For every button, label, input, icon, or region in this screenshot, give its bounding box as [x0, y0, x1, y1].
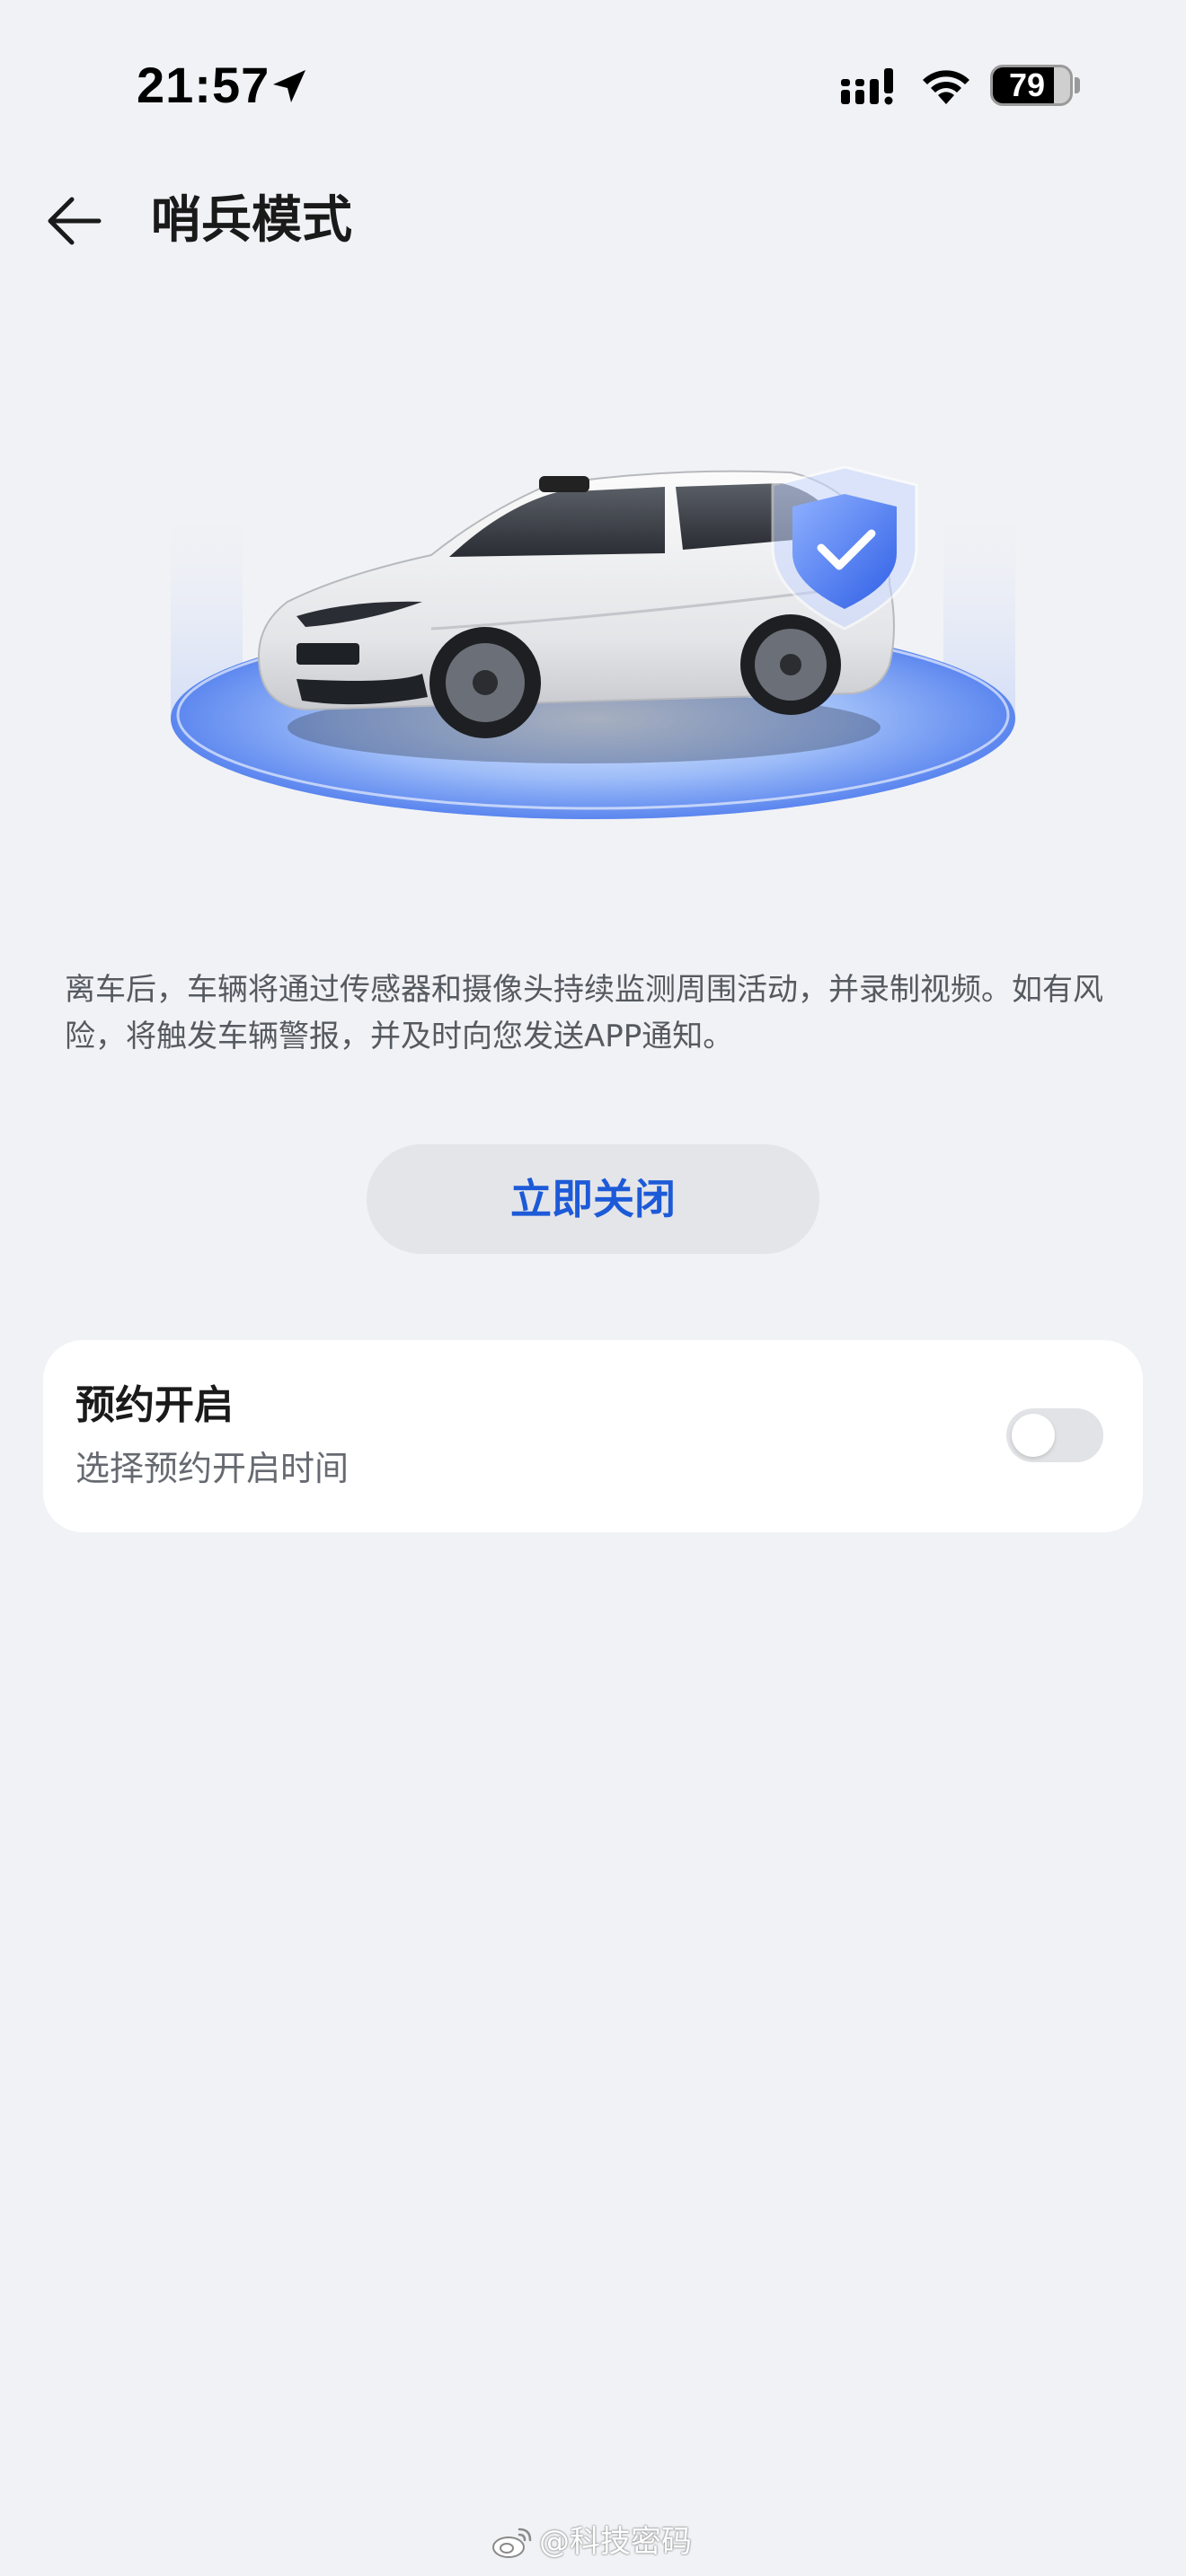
schedule-toggle[interactable]	[1006, 1408, 1103, 1462]
battery-icon: 79	[990, 65, 1073, 106]
status-bar: 21:57 79	[0, 0, 1186, 171]
page-title: 哨兵模式	[151, 191, 352, 250]
back-arrow-icon[interactable]	[41, 185, 113, 257]
location-arrow-icon	[273, 70, 305, 102]
watermark: @科技密码	[491, 2522, 697, 2562]
status-time: 21:57	[137, 57, 270, 113]
wifi-icon	[923, 70, 969, 104]
mode-description: 离车后，车辆将通过传感器和摄像头持续监测周围活动，并录制视频。如有风险，将触发车…	[65, 972, 1103, 1054]
weibo-icon	[492, 2527, 532, 2558]
close-now-button[interactable]: 立即关闭	[367, 1144, 819, 1254]
battery-level: 79	[1008, 66, 1046, 103]
schedule-title: 预约开启	[75, 1382, 234, 1428]
signal-icon	[841, 68, 893, 105]
battery-tip	[1075, 77, 1080, 93]
car-illustration	[171, 465, 1015, 819]
schedule-card[interactable]: 预约开启 选择预约开启时间	[43, 1340, 1143, 1532]
watermark-text: @科技密码	[539, 2524, 692, 2560]
toggle-knob	[1012, 1414, 1055, 1457]
schedule-subtitle: 选择预约开启时间	[75, 1449, 350, 1488]
